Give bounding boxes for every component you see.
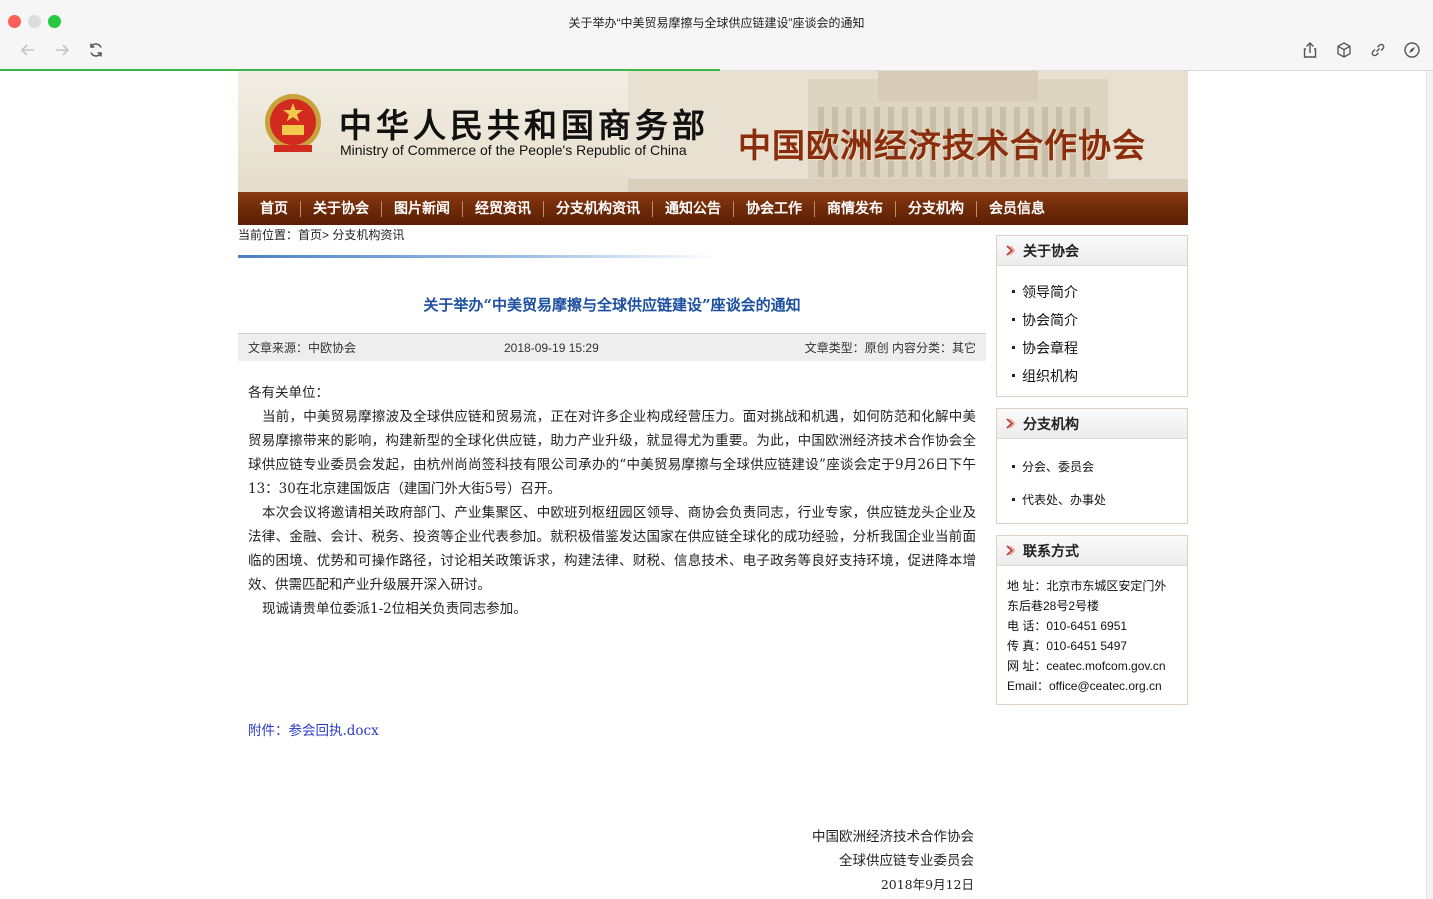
nav-item-trade-news[interactable]: 经贸资讯 bbox=[463, 192, 543, 225]
sidebar-item-leaders[interactable]: 领导简介 bbox=[1011, 278, 1187, 306]
signature-committee: 全球供应链专业委员会 bbox=[839, 853, 974, 869]
share-icon bbox=[1303, 42, 1317, 58]
about-list: 领导简介 协会简介 协会章程 组织机构 bbox=[997, 266, 1187, 396]
nav-item-home[interactable]: 首页 bbox=[248, 192, 300, 225]
branches-box-header: 分支机构 bbox=[997, 409, 1187, 439]
breadcrumb-path[interactable]: 首页> 分支机构资讯 bbox=[298, 228, 404, 242]
contact-box-title: 联系方式 bbox=[1023, 543, 1079, 559]
arrow-right-icon bbox=[56, 44, 70, 56]
arrow-bullet-icon bbox=[1006, 545, 1015, 556]
nav-item-work[interactable]: 协会工作 bbox=[734, 192, 814, 225]
nav-item-photo-news[interactable]: 图片新闻 bbox=[382, 192, 462, 225]
site-banner: 中华人民共和国商务部 Ministry of Commerce of the P… bbox=[238, 71, 1188, 192]
nav-item-branches[interactable]: 分支机构 bbox=[896, 192, 976, 225]
reload-icon bbox=[90, 43, 102, 57]
arrow-bullet-icon bbox=[1006, 418, 1015, 429]
nav-item-about[interactable]: 关于协会 bbox=[301, 192, 381, 225]
article-source: 文章来源：中欧协会 bbox=[248, 341, 357, 355]
arrow-left-icon bbox=[20, 44, 34, 56]
about-box-title: 关于协会 bbox=[1023, 243, 1079, 259]
main-content: 当前位置：首页> 分支机构资讯 关于举办“中美贸易摩擦与全球供应链建设”座谈会的… bbox=[238, 225, 986, 897]
branches-list: 分会、委员会 代表处、办事处 bbox=[997, 439, 1187, 523]
signature-org: 中国欧洲经济技术合作协会 bbox=[812, 829, 974, 845]
web-page: 中华人民共和国商务部 Ministry of Commerce of the P… bbox=[0, 71, 1433, 899]
sidebar-item-committees[interactable]: 分会、委员会 bbox=[1011, 451, 1187, 484]
article-salutation: 各有关单位： bbox=[248, 385, 329, 401]
article-date: 2018-09-19 15:29 bbox=[504, 340, 599, 355]
link-icon bbox=[1371, 43, 1385, 57]
cube-button[interactable] bbox=[1332, 38, 1356, 62]
contact-website: 网 址：ceatec.mofcom.gov.cn bbox=[1007, 659, 1166, 673]
contact-address: 地 址：北京市东城区安定门外 bbox=[1007, 579, 1167, 593]
contact-address-cont: 东后巷28号2号楼 bbox=[1007, 599, 1100, 613]
share-button[interactable] bbox=[1298, 38, 1322, 62]
article-type: 文章类型：原创 内容分类：其它 bbox=[804, 341, 976, 355]
contact-box-header: 联系方式 bbox=[997, 536, 1187, 566]
forward-button[interactable] bbox=[50, 38, 74, 62]
breadcrumb: 当前位置：首页> 分支机构资讯 bbox=[238, 225, 986, 245]
cube-icon bbox=[1337, 42, 1351, 58]
page-scrollbar[interactable] bbox=[1426, 71, 1433, 899]
about-box-header: 关于协会 bbox=[997, 236, 1187, 266]
attachment-link[interactable]: 附件：参会回执.docx bbox=[238, 719, 986, 739]
nav-item-branch-news[interactable]: 分支机构资讯 bbox=[544, 192, 652, 225]
breadcrumb-label: 当前位置： bbox=[238, 228, 299, 242]
compass-icon bbox=[1404, 42, 1420, 58]
article-paragraph: 现诚请贵单位委派1-2位相关负责同志参加。 bbox=[262, 601, 527, 617]
article-paragraph: 当前，中美贸易摩擦波及全球供应链和贸易流，正在对许多企业构成经营压力。面对挑战和… bbox=[248, 409, 976, 497]
compass-button[interactable] bbox=[1400, 38, 1424, 62]
article-signature: 中国欧洲经济技术合作协会 全球供应链专业委员会 2018年9月12日 bbox=[238, 825, 986, 897]
branches-box-title: 分支机构 bbox=[1023, 416, 1079, 432]
contact-fax: 传 真：010-6451 5497 bbox=[1007, 639, 1128, 653]
nav-item-notices[interactable]: 通知公告 bbox=[653, 192, 733, 225]
breadcrumb-divider bbox=[238, 255, 718, 258]
article-paragraph: 本次会议将邀请相关政府部门、产业集聚区、中欧班列枢纽园区领导、商协会负责同志，行… bbox=[248, 505, 976, 593]
window-title: 关于举办“中美贸易摩擦与全球供应链建设”座谈会的通知 bbox=[568, 16, 865, 30]
article-meta-bar: 文章来源：中欧协会 2018-09-19 15:29 文章类型：原创 内容分类：… bbox=[238, 333, 986, 361]
back-button[interactable] bbox=[16, 38, 40, 62]
sidebar-item-intro[interactable]: 协会简介 bbox=[1011, 306, 1187, 334]
contact-box: 联系方式 地 址：北京市东城区安定门外 东后巷28号2号楼 电 话：010-64… bbox=[996, 535, 1188, 705]
association-name: 中国欧洲经济技术合作协会 bbox=[738, 126, 1146, 165]
nav-item-members[interactable]: 会员信息 bbox=[977, 192, 1057, 225]
nav-item-business-info[interactable]: 商情发布 bbox=[815, 192, 895, 225]
national-emblem-logo bbox=[265, 94, 321, 152]
sidebar-item-organization[interactable]: 组织机构 bbox=[1011, 362, 1187, 390]
about-box: 关于协会 领导简介 协会简介 协会章程 组织机构 bbox=[996, 235, 1188, 397]
arrow-bullet-icon bbox=[1006, 245, 1015, 256]
reload-button[interactable] bbox=[84, 38, 108, 62]
branches-box: 分支机构 分会、委员会 代表处、办事处 bbox=[996, 408, 1188, 524]
signature-date: 2018年9月12日 bbox=[880, 877, 974, 892]
page-container: 中华人民共和国商务部 Ministry of Commerce of the P… bbox=[238, 71, 1188, 892]
contact-info: 地 址：北京市东城区安定门外 东后巷28号2号楼 电 话：010-6451 69… bbox=[997, 566, 1187, 704]
contact-phone: 电 话：010-6451 6951 bbox=[1007, 619, 1128, 633]
link-button[interactable] bbox=[1366, 38, 1390, 62]
ministry-name-en: Ministry of Commerce of the People's Rep… bbox=[340, 142, 687, 158]
main-nav: 首页 关于协会 图片新闻 经贸资讯 分支机构资讯 通知公告 协会工作 商情发布 … bbox=[238, 192, 1188, 225]
ministry-name-cn: 中华人民共和国商务部 bbox=[339, 106, 709, 145]
sidebar-item-offices[interactable]: 代表处、办事处 bbox=[1011, 484, 1187, 517]
sidebar: 关于协会 领导简介 协会简介 协会章程 组织机构 分支机构 分会、委员会 代表处… bbox=[996, 235, 1188, 716]
contact-email: Email：office@ceatec.org.cn bbox=[1007, 679, 1162, 693]
article-title: 关于举办“中美贸易摩擦与全球供应链建设”座谈会的通知 bbox=[423, 296, 801, 314]
sidebar-item-charter[interactable]: 协会章程 bbox=[1011, 334, 1187, 362]
browser-toolbar: 关于举办“中美贸易摩擦与全球供应链建设”座谈会的通知 bbox=[0, 0, 1433, 71]
article-body: 各有关单位： 当前，中美贸易摩擦波及全球供应链和贸易流，正在对许多企业构成经营压… bbox=[238, 381, 986, 621]
